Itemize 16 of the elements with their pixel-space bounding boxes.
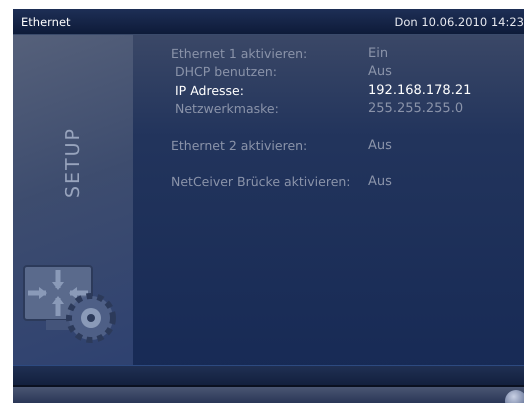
setting-value: Aus <box>368 174 392 190</box>
date-time: Don 10.06.2010 14:23 <box>394 14 524 28</box>
setting-value: Ein <box>368 46 388 61</box>
setting-label[interactable]: DHCP benutzen: <box>171 64 368 80</box>
setting-label[interactable]: Ethernet 1 aktivieren: <box>171 46 368 61</box>
window-title: Ethernet <box>21 14 71 28</box>
globe-icon <box>504 389 524 403</box>
setting-value: 255.255.255.0 <box>368 101 464 116</box>
setting-label[interactable]: NetCeiver Brücke aktivieren: <box>171 174 368 190</box>
setting-value: 192.168.178.21 <box>368 82 472 98</box>
setting-value: Aus <box>368 64 392 80</box>
section-label: SETUP <box>62 127 84 198</box>
setting-label[interactable]: Ethernet 2 aktivieren: <box>171 138 368 153</box>
setting-label[interactable]: IP Adresse: <box>171 82 368 98</box>
setting-label[interactable]: Netzwerkmaske: <box>171 101 368 116</box>
setting-value: Aus <box>368 138 392 153</box>
